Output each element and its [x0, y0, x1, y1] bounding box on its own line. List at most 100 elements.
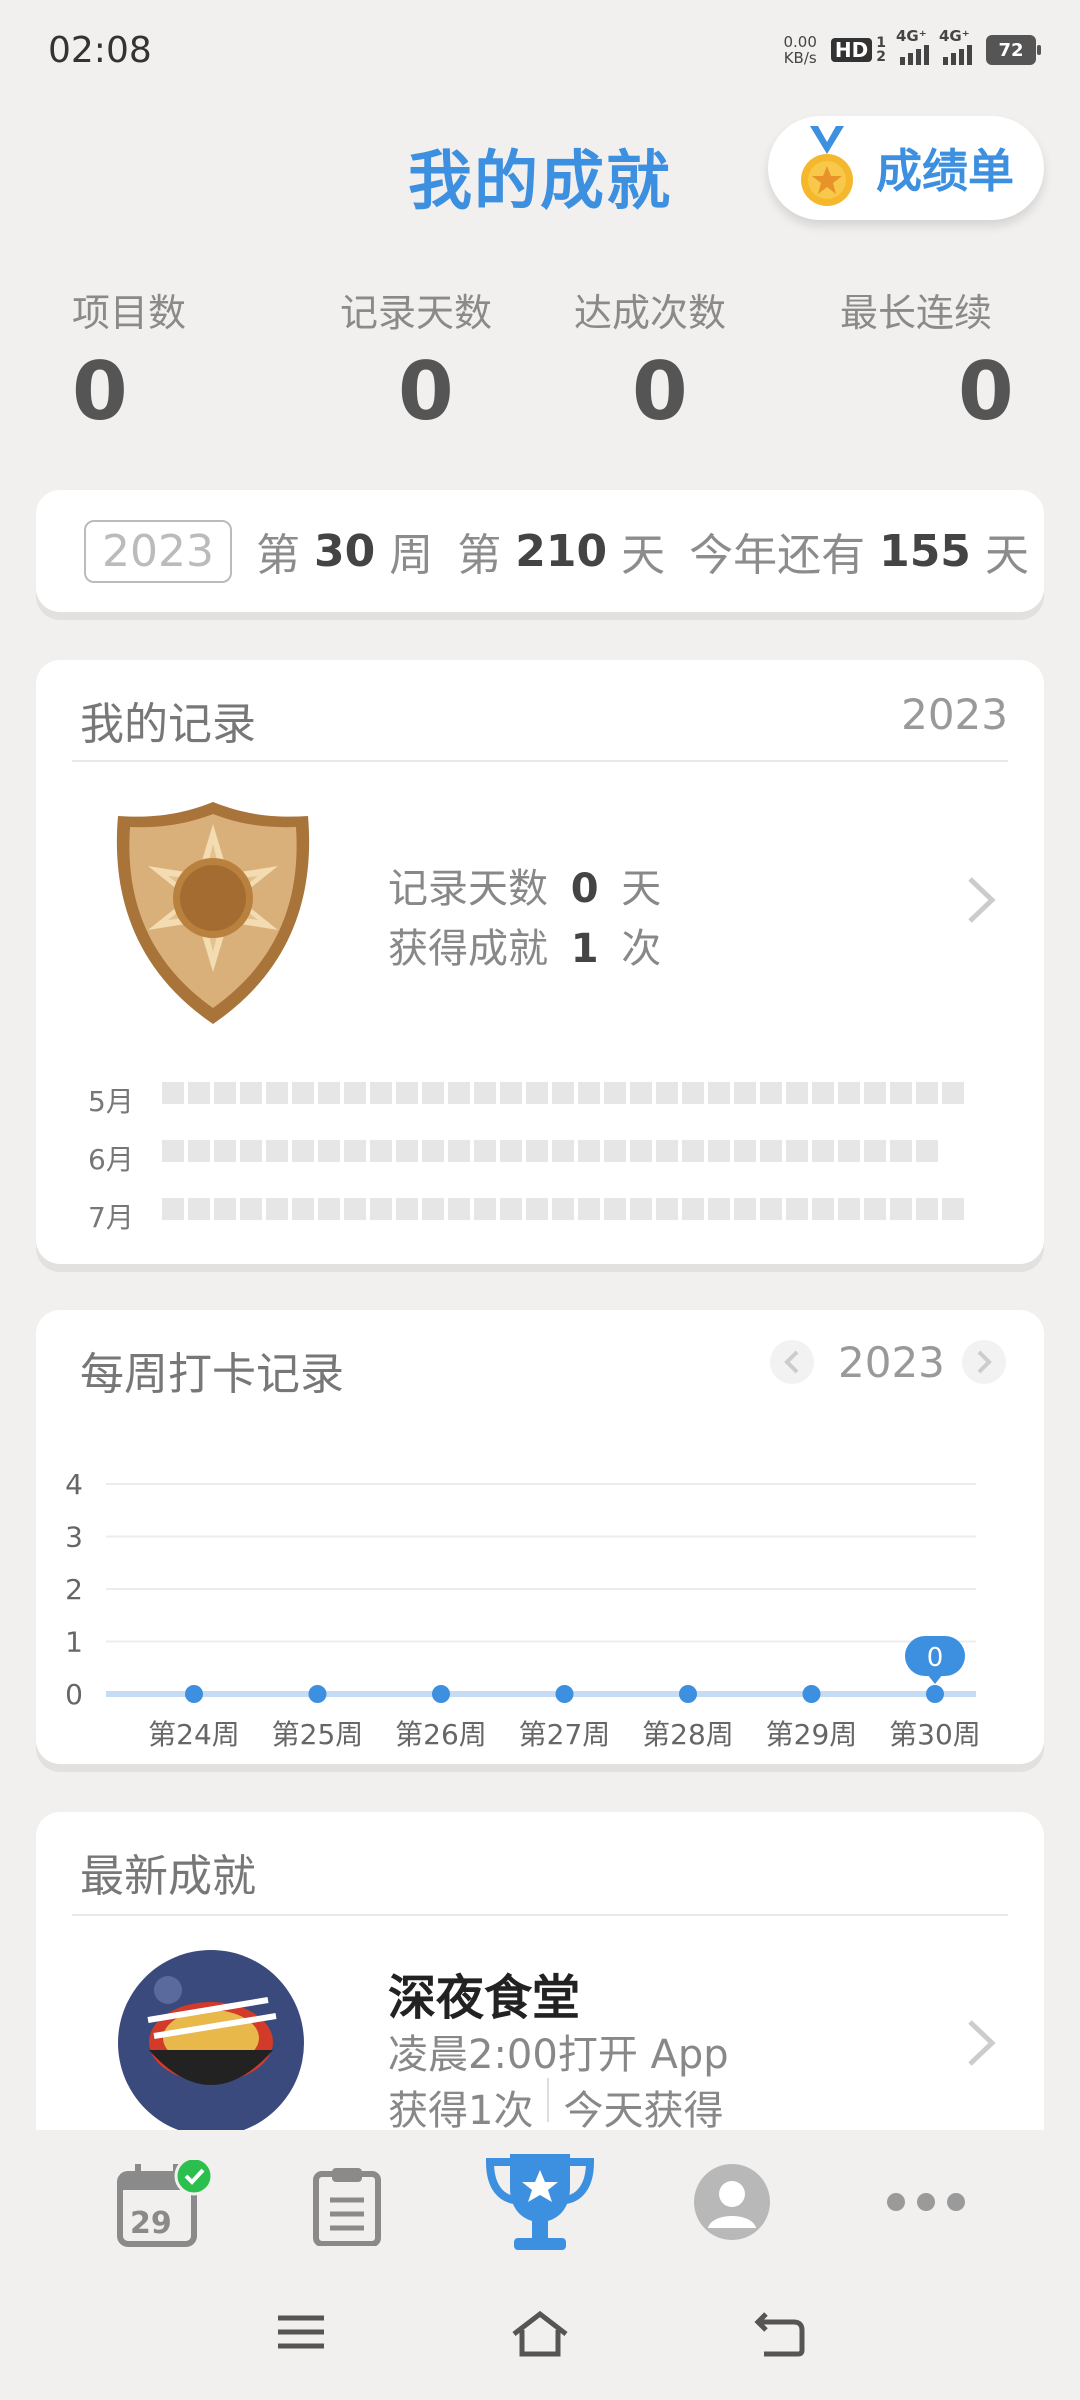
heatmap-day-cell	[734, 1198, 756, 1220]
nav-more-tab[interactable]	[886, 2190, 966, 2218]
record-days-unit: 天	[621, 866, 662, 912]
heatmap-day-cell	[448, 1140, 470, 1162]
heatmap-day-cell	[838, 1082, 860, 1104]
y-tick-label: 4	[65, 1468, 83, 1501]
nav-profile-tab[interactable]	[694, 2164, 770, 2244]
heatmap-day-cell	[292, 1140, 314, 1162]
heatmap-day-cell	[162, 1140, 184, 1162]
day-number: 210	[515, 525, 608, 577]
heatmap-day-cell	[656, 1082, 678, 1104]
back-icon[interactable]	[754, 2310, 806, 2362]
x-tick-label: 第25周	[272, 1718, 364, 1751]
remain-suffix: 天	[984, 530, 1029, 581]
heatmap-day-cell	[214, 1198, 236, 1220]
heatmap-day-cell	[344, 1082, 366, 1104]
week-prefix: 第	[255, 530, 300, 581]
heatmap-day-cell	[552, 1082, 574, 1104]
sim-indicator: 1 2	[876, 36, 886, 64]
heatmap-day-cell	[864, 1082, 886, 1104]
heatmap-day-cell	[344, 1198, 366, 1220]
heatmap-day-cell	[786, 1198, 808, 1220]
value-bubble-label: 0	[927, 1643, 944, 1673]
data-point	[926, 1685, 944, 1703]
week-number: 30	[313, 525, 376, 577]
x-tick-label: 第29周	[766, 1718, 858, 1751]
heatmap-day-cell	[266, 1082, 288, 1104]
record-days-value: 0	[570, 866, 599, 912]
heatmap-day-cell	[656, 1198, 678, 1220]
heatmap-day-cell	[630, 1198, 652, 1220]
noodle-bowl-icon	[118, 1950, 304, 2136]
heatmap-day-cell	[552, 1198, 574, 1220]
heatmap-row-june	[162, 1140, 938, 1162]
nav-achievements-tab[interactable]	[480, 2148, 600, 2262]
heatmap-day-cell	[838, 1198, 860, 1220]
my-records-card[interactable]: 我的记录 2023 记录天数 0 天 获得成就 1 次 5月 6月 7月	[36, 660, 1044, 1264]
heatmap-day-cell	[318, 1198, 340, 1220]
heatmap-day-cell	[682, 1082, 704, 1104]
nav-calendar-tab[interactable]: 29	[116, 2156, 216, 2264]
day-suffix: 天	[621, 530, 666, 581]
record-days-label: 记录天数	[388, 866, 548, 912]
heatmap-day-cell	[240, 1198, 262, 1220]
nav-tasks-tab[interactable]	[312, 2166, 382, 2250]
menu-icon[interactable]	[276, 2310, 326, 2358]
heatmap-day-cell	[344, 1140, 366, 1162]
week-info-card: 2023 第 30 周 第 210 天 今年还有 155 天	[36, 490, 1044, 612]
heatmap-day-cell	[760, 1082, 782, 1104]
x-tick-label: 第26周	[395, 1718, 487, 1751]
heatmap-day-cell	[188, 1198, 210, 1220]
achievement-count: 获得1次	[388, 2088, 534, 2134]
heatmap-day-cell	[500, 1198, 522, 1220]
report-card-button[interactable]: 成绩单	[768, 116, 1044, 220]
x-tick-label: 第30周	[889, 1718, 981, 1751]
heatmap-day-cell	[734, 1140, 756, 1162]
heatmap-day-cell	[500, 1140, 522, 1162]
achievements-line: 获得成就 1 次	[388, 916, 661, 974]
signal-icon: 4G⁺	[896, 27, 929, 65]
heatmap-day-cell	[396, 1140, 418, 1162]
chevron-right-icon[interactable]	[966, 870, 996, 940]
heatmap-day-cell	[682, 1140, 704, 1162]
heatmap-day-cell	[422, 1140, 444, 1162]
data-point	[555, 1685, 574, 1703]
heatmap-day-cell	[422, 1198, 444, 1220]
latest-achievement-card[interactable]: 最新成就 深夜食堂 凌晨2:00打开 App 获得1次 今天获得	[36, 1812, 1044, 2136]
month-label-may: 5月	[88, 1085, 134, 1118]
calendar-day: 29	[130, 2206, 172, 2241]
heatmap-day-cell	[812, 1140, 834, 1162]
achievements-value: 1	[570, 926, 599, 972]
heatmap-day-cell	[422, 1082, 444, 1104]
home-icon[interactable]	[510, 2310, 570, 2362]
report-card-label: 成绩单	[876, 144, 1014, 198]
net-type-1: 4G⁺	[896, 27, 927, 45]
net-speed-unit: KB/s	[783, 49, 817, 67]
my-records-year: 2023	[901, 690, 1008, 739]
day-prefix: 第	[457, 530, 502, 581]
bronze-shield-badge-icon	[108, 796, 318, 1032]
heatmap-day-cell	[500, 1082, 522, 1104]
my-records-title: 我的记录	[80, 699, 256, 750]
achievements-label: 获得成就	[388, 926, 548, 972]
heatmap-day-cell	[630, 1082, 652, 1104]
heatmap-day-cell	[578, 1140, 600, 1162]
stat-value-achievements: 0	[632, 345, 688, 438]
heatmap-day-cell	[760, 1140, 782, 1162]
heatmap-day-cell	[318, 1140, 340, 1162]
x-tick-label: 第28周	[642, 1718, 734, 1751]
heatmap-day-cell	[526, 1140, 548, 1162]
stat-value-projects: 0	[72, 345, 128, 438]
net-speed-value: 0.00	[783, 33, 817, 51]
status-time: 02:08	[48, 30, 152, 71]
latest-title: 最新成就	[80, 1851, 256, 1902]
avatar-icon	[694, 2164, 770, 2240]
stat-label-achievements: 达成次数	[574, 291, 727, 335]
heatmap-day-cell	[916, 1140, 938, 1162]
achievement-name: 深夜食堂	[388, 1970, 581, 2026]
trophy-icon	[485, 2154, 595, 2250]
heatmap-day-cell	[682, 1198, 704, 1220]
achievement-when: 今天获得	[563, 2088, 724, 2134]
chevron-right-icon[interactable]	[966, 2018, 996, 2072]
heatmap-day-cell	[162, 1082, 184, 1104]
heatmap-day-cell	[318, 1082, 340, 1104]
